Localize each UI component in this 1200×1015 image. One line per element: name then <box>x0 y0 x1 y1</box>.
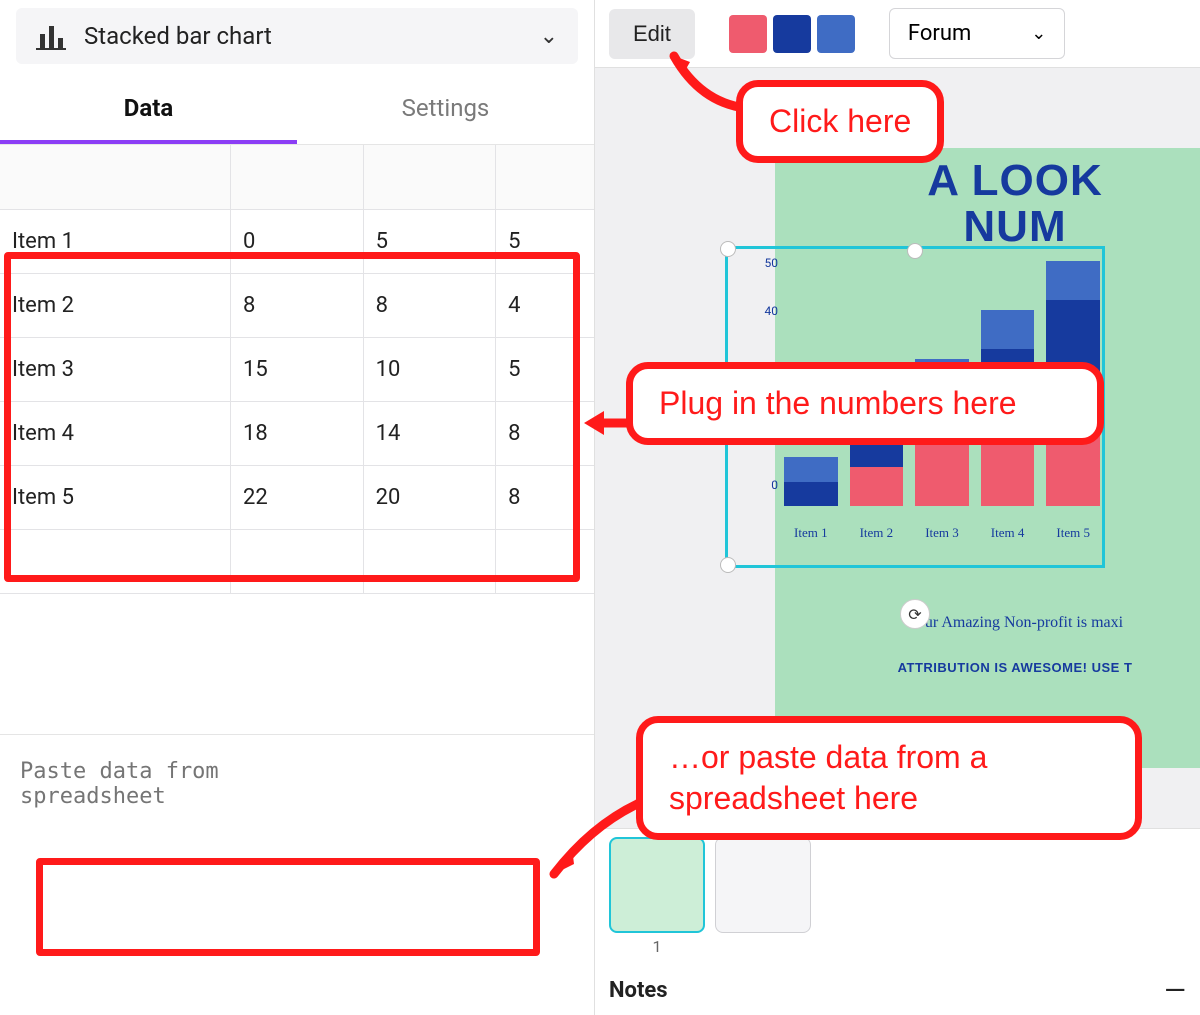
infographic-attribution: ATTRIBUTION IS AWESOME! USE T <box>775 660 1200 675</box>
table-row: Item 315105 <box>0 337 594 401</box>
notes-collapse-icon[interactable]: — <box>1164 974 1186 1007</box>
chart-type-dropdown[interactable]: Stacked bar chart ⌄ <box>16 8 578 64</box>
infographic-title-line1: A LOOK <box>927 156 1102 205</box>
y-tick: 50 <box>765 256 779 270</box>
resize-handle[interactable] <box>720 557 736 573</box>
chart-type-label: Stacked bar chart <box>84 22 522 50</box>
tab-data[interactable]: Data <box>0 72 297 144</box>
table-row: Item 1055 <box>0 209 594 273</box>
x-label: Item 3 <box>915 525 969 541</box>
bar-segment <box>850 467 904 506</box>
chevron-down-icon: ⌄ <box>1031 23 1046 44</box>
font-dropdown[interactable]: Forum ⌄ <box>889 8 1065 59</box>
table-row: Item 2884 <box>0 273 594 337</box>
bar-segment <box>784 482 838 507</box>
x-label: Item 2 <box>850 525 904 541</box>
x-label: Item 4 <box>981 525 1035 541</box>
bar-item-1 <box>784 457 838 506</box>
bar-segment <box>1046 261 1100 300</box>
bar-segment <box>981 310 1035 349</box>
annotation-callout-click: Click here <box>736 80 944 163</box>
stacked-bar-icon <box>36 22 66 50</box>
rotate-handle[interactable]: ⟳ <box>900 599 930 629</box>
table-row: Item 418148 <box>0 401 594 465</box>
color-swatch-3[interactable] <box>817 15 855 53</box>
resize-handle[interactable] <box>720 241 736 257</box>
tab-settings[interactable]: Settings <box>297 72 594 144</box>
infographic-title-line2: NUM <box>963 202 1066 251</box>
x-label: Item 1 <box>784 525 838 541</box>
canvas[interactable]: A LOOK NUM Your Amazing Non-profit is ma… <box>595 68 1200 828</box>
chevron-down-icon: ⌄ <box>540 24 558 49</box>
table-row <box>0 529 594 593</box>
data-table[interactable]: Item 1055 Item 2884 Item 315105 Item 418… <box>0 145 594 594</box>
notes-label[interactable]: Notes <box>609 978 668 1003</box>
y-tick: 0 <box>771 478 778 492</box>
pages-footer: 1 Notes — <box>595 828 1200 1015</box>
annotation-callout-plug: Plug in the numbers here <box>626 362 1104 445</box>
y-tick: 40 <box>765 304 779 318</box>
color-swatch-2[interactable] <box>773 15 811 53</box>
bar-segment <box>784 457 838 482</box>
table-row: Item 522208 <box>0 465 594 529</box>
resize-handle[interactable] <box>907 243 923 259</box>
paste-data-input[interactable] <box>0 735 320 845</box>
panel-tabs: Data Settings <box>0 72 594 145</box>
left-panel: Stacked bar chart ⌄ Data Settings Item 1… <box>0 0 595 1015</box>
infographic-subtitle: Your Amazing Non-profit is maxi <box>775 614 1200 632</box>
font-label: Forum <box>908 21 971 46</box>
page-number: 1 <box>609 937 705 956</box>
x-label: Item 5 <box>1046 525 1100 541</box>
add-page-thumbnail[interactable] <box>715 837 811 933</box>
annotation-callout-paste: …or paste data from a spreadsheet here <box>636 716 1142 840</box>
